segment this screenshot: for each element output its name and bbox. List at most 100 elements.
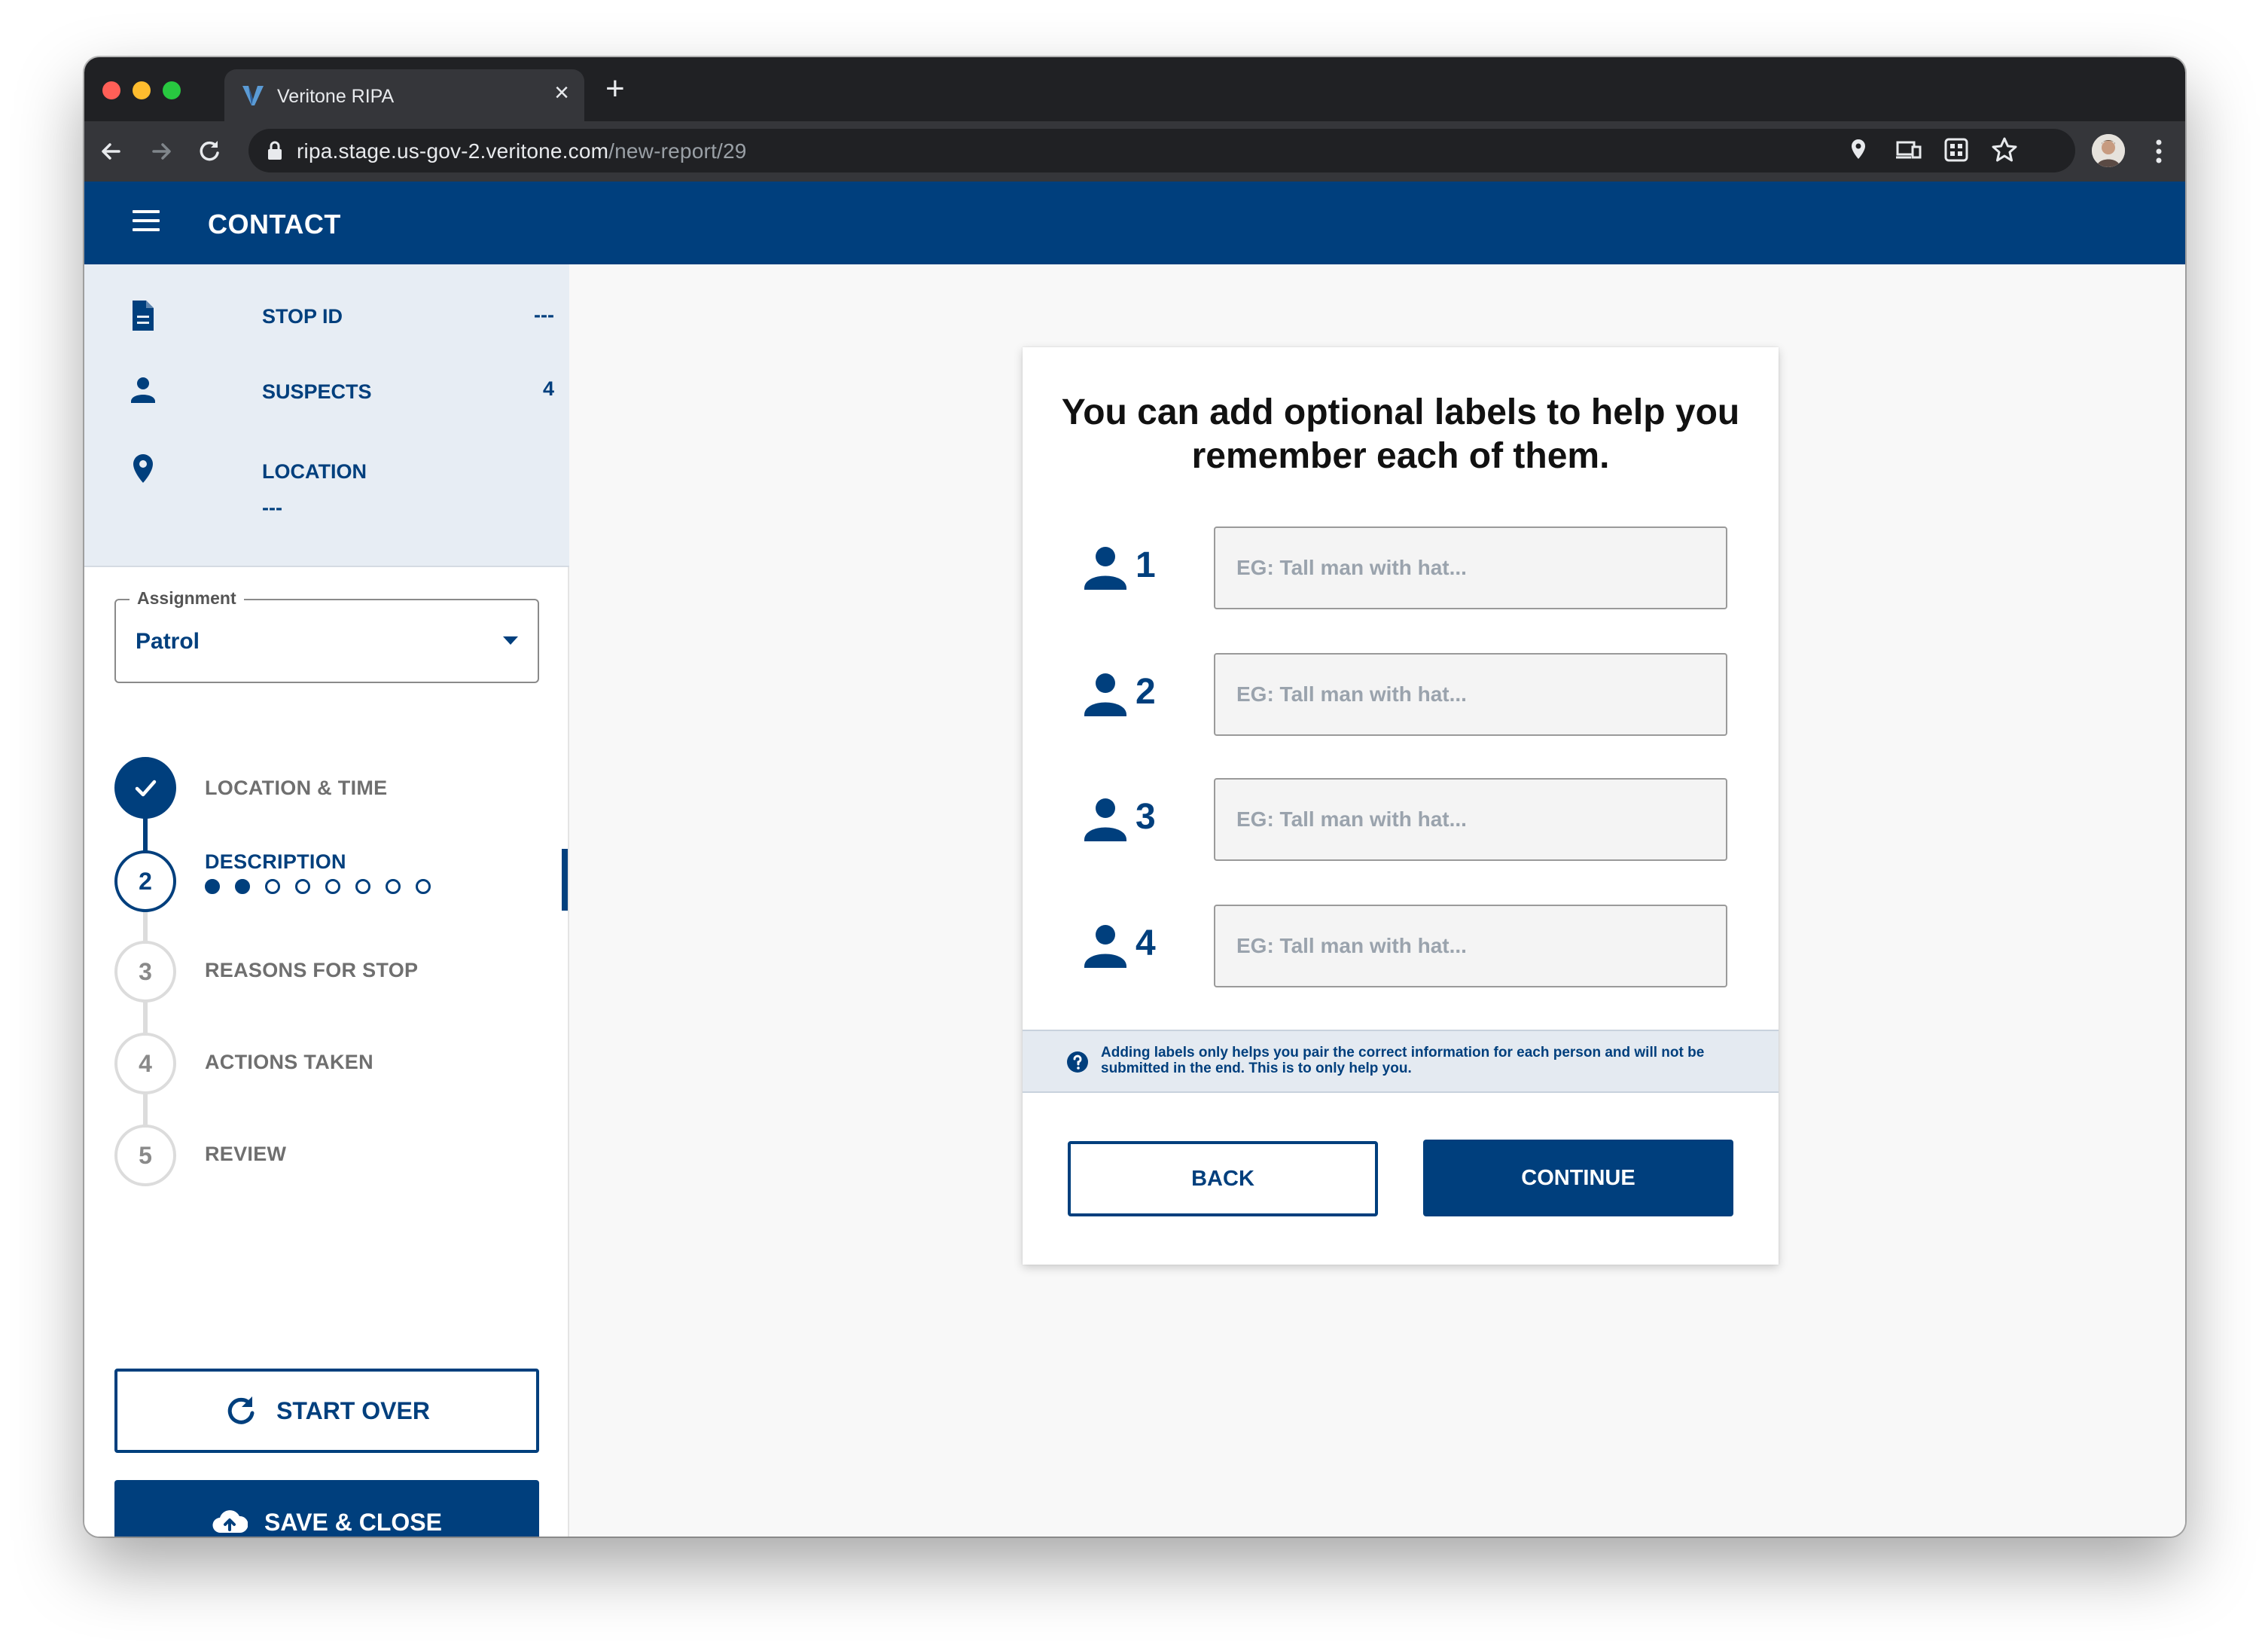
location-pin-icon[interactable] [1843,135,1873,165]
hamburger-menu-icon[interactable] [133,210,160,233]
browser-window: Veritone RIPA × + ripa.stage.us-gov-2.ve… [84,57,2185,1537]
continue-button[interactable]: CONTINUE [1423,1140,1733,1216]
url-text: ripa.stage.us-gov-2.veritone.com/new-rep… [297,139,747,163]
person-number: 4 [1136,923,1156,963]
user-avatar-icon [2092,134,2125,167]
lock-icon [268,141,282,160]
step-label-description[interactable]: DESCRIPTION [205,850,346,874]
profile-avatar[interactable] [2092,134,2125,167]
person-number: 3 [1136,797,1156,837]
person-icon [131,377,155,403]
refresh-icon [227,1396,255,1424]
start-over-button[interactable]: START OVER [114,1369,539,1453]
checkmark-icon [135,780,157,797]
stop-id-label: STOP ID [262,305,343,328]
maximize-window-button[interactable] [163,81,181,99]
person-number: 1 [1136,545,1156,585]
person-label-row: 1 [1083,526,1727,609]
tab-title: Veritone RIPA [277,86,395,107]
person-icon [1084,925,1126,968]
substep-dot [205,879,220,894]
step-label-reasons-for-stop[interactable]: REASONS FOR STOP [205,959,418,982]
stop-id-value: --- [534,304,554,326]
step-connector [143,1093,148,1126]
step-1-complete[interactable] [114,757,176,819]
page-title: CONTACT [208,209,341,240]
address-bar[interactable]: ripa.stage.us-gov-2.veritone.com/new-rep… [248,129,2075,172]
card-title: You can add optional labels to help you … [1061,392,1740,476]
step-label-review[interactable]: REVIEW [205,1143,286,1166]
step-navigator: LOCATION & TIME 2 DESCRIPTION 3 REASONS … [114,757,569,1186]
suspects-label: SUSPECTS [262,380,372,403]
suspects-count: 4 [542,377,554,400]
main-content: You can add optional labels to help you … [569,264,2185,1537]
back-button[interactable]: BACK [1068,1141,1378,1216]
assignment-value: Patrol [136,629,200,654]
veritone-logo-icon [242,86,264,105]
stop-id-row: STOP ID --- [130,299,554,335]
substep-dot [416,879,431,894]
cast-device-icon[interactable] [1893,135,1923,165]
person-3-label-input[interactable] [1214,778,1727,861]
step-2-circle[interactable]: 2 [114,850,176,912]
active-step-indicator [562,849,568,911]
dropdown-caret-icon [503,636,518,645]
back-arrow-icon[interactable] [95,135,128,168]
step-connector [143,911,148,942]
url-path: /new-report/29 [608,139,747,163]
forward-arrow-icon[interactable] [145,135,178,168]
step-3-circle[interactable]: 3 [114,941,176,1003]
help-question-icon [1067,1051,1088,1073]
step-4-circle[interactable]: 4 [114,1033,176,1094]
reload-icon[interactable] [193,135,226,168]
person-label-row: 4 [1083,905,1727,987]
substep-dot [355,879,370,894]
tab-strip: Veritone RIPA × + [84,57,2185,121]
substep-dot [235,879,250,894]
app-header: CONTACT [84,182,2185,264]
bookmark-star-icon[interactable] [1989,135,2020,165]
step-connector [143,1001,148,1034]
start-over-label: START OVER [276,1396,430,1424]
document-icon [133,301,154,331]
person-1-label-input[interactable] [1214,526,1727,609]
browser-tab[interactable]: Veritone RIPA × [224,69,584,121]
cloud-upload-icon [212,1510,248,1534]
person-4-label-input[interactable] [1214,905,1727,987]
tab-close-icon[interactable]: × [554,80,569,105]
assignment-label: Assignment [130,588,244,609]
person-icon [1084,673,1126,716]
url-host: ripa.stage.us-gov-2.veritone.com [297,139,609,163]
person-2-label-input[interactable] [1214,653,1727,736]
info-banner: Adding labels only helps you pair the co… [1023,1030,1779,1093]
step-5-circle[interactable]: 5 [114,1125,176,1186]
substep-dot [265,879,280,894]
location-value: --- [262,496,282,519]
browser-menu-icon[interactable] [2155,136,2163,166]
info-text: Adding labels only helps you pair the co… [1101,1045,1705,1076]
location-label: LOCATION [262,460,367,483]
save-close-button[interactable]: SAVE & CLOSE [114,1480,539,1537]
stop-summary: STOP ID --- SUSPECTS 4 LOCATION --- [84,264,569,567]
qr-code-icon[interactable] [1941,135,1971,165]
sidebar: STOP ID --- SUSPECTS 4 LOCATION --- Assi… [84,264,569,1537]
substep-dot [386,879,401,894]
browser-toolbar: ripa.stage.us-gov-2.veritone.com/new-rep… [84,121,2185,182]
new-tab-button[interactable]: + [605,72,625,105]
save-close-label: SAVE & CLOSE [264,1508,442,1536]
map-pin-icon [133,454,153,483]
minimize-window-button[interactable] [133,81,151,99]
person-number: 2 [1136,672,1156,712]
substep-dot [325,879,340,894]
person-icon [1084,798,1126,841]
step-label-location-time[interactable]: LOCATION & TIME [205,777,387,800]
labels-card: You can add optional labels to help you … [1023,347,1779,1265]
person-label-row: 3 [1083,778,1727,861]
step-label-actions-taken[interactable]: ACTIONS TAKEN [205,1051,373,1074]
person-icon [1084,547,1126,590]
assignment-select[interactable]: Assignment Patrol [114,588,539,683]
person-label-row: 2 [1083,653,1727,736]
substep-dot [295,879,310,894]
location-row: LOCATION --- [130,453,554,536]
close-window-button[interactable] [102,81,120,99]
